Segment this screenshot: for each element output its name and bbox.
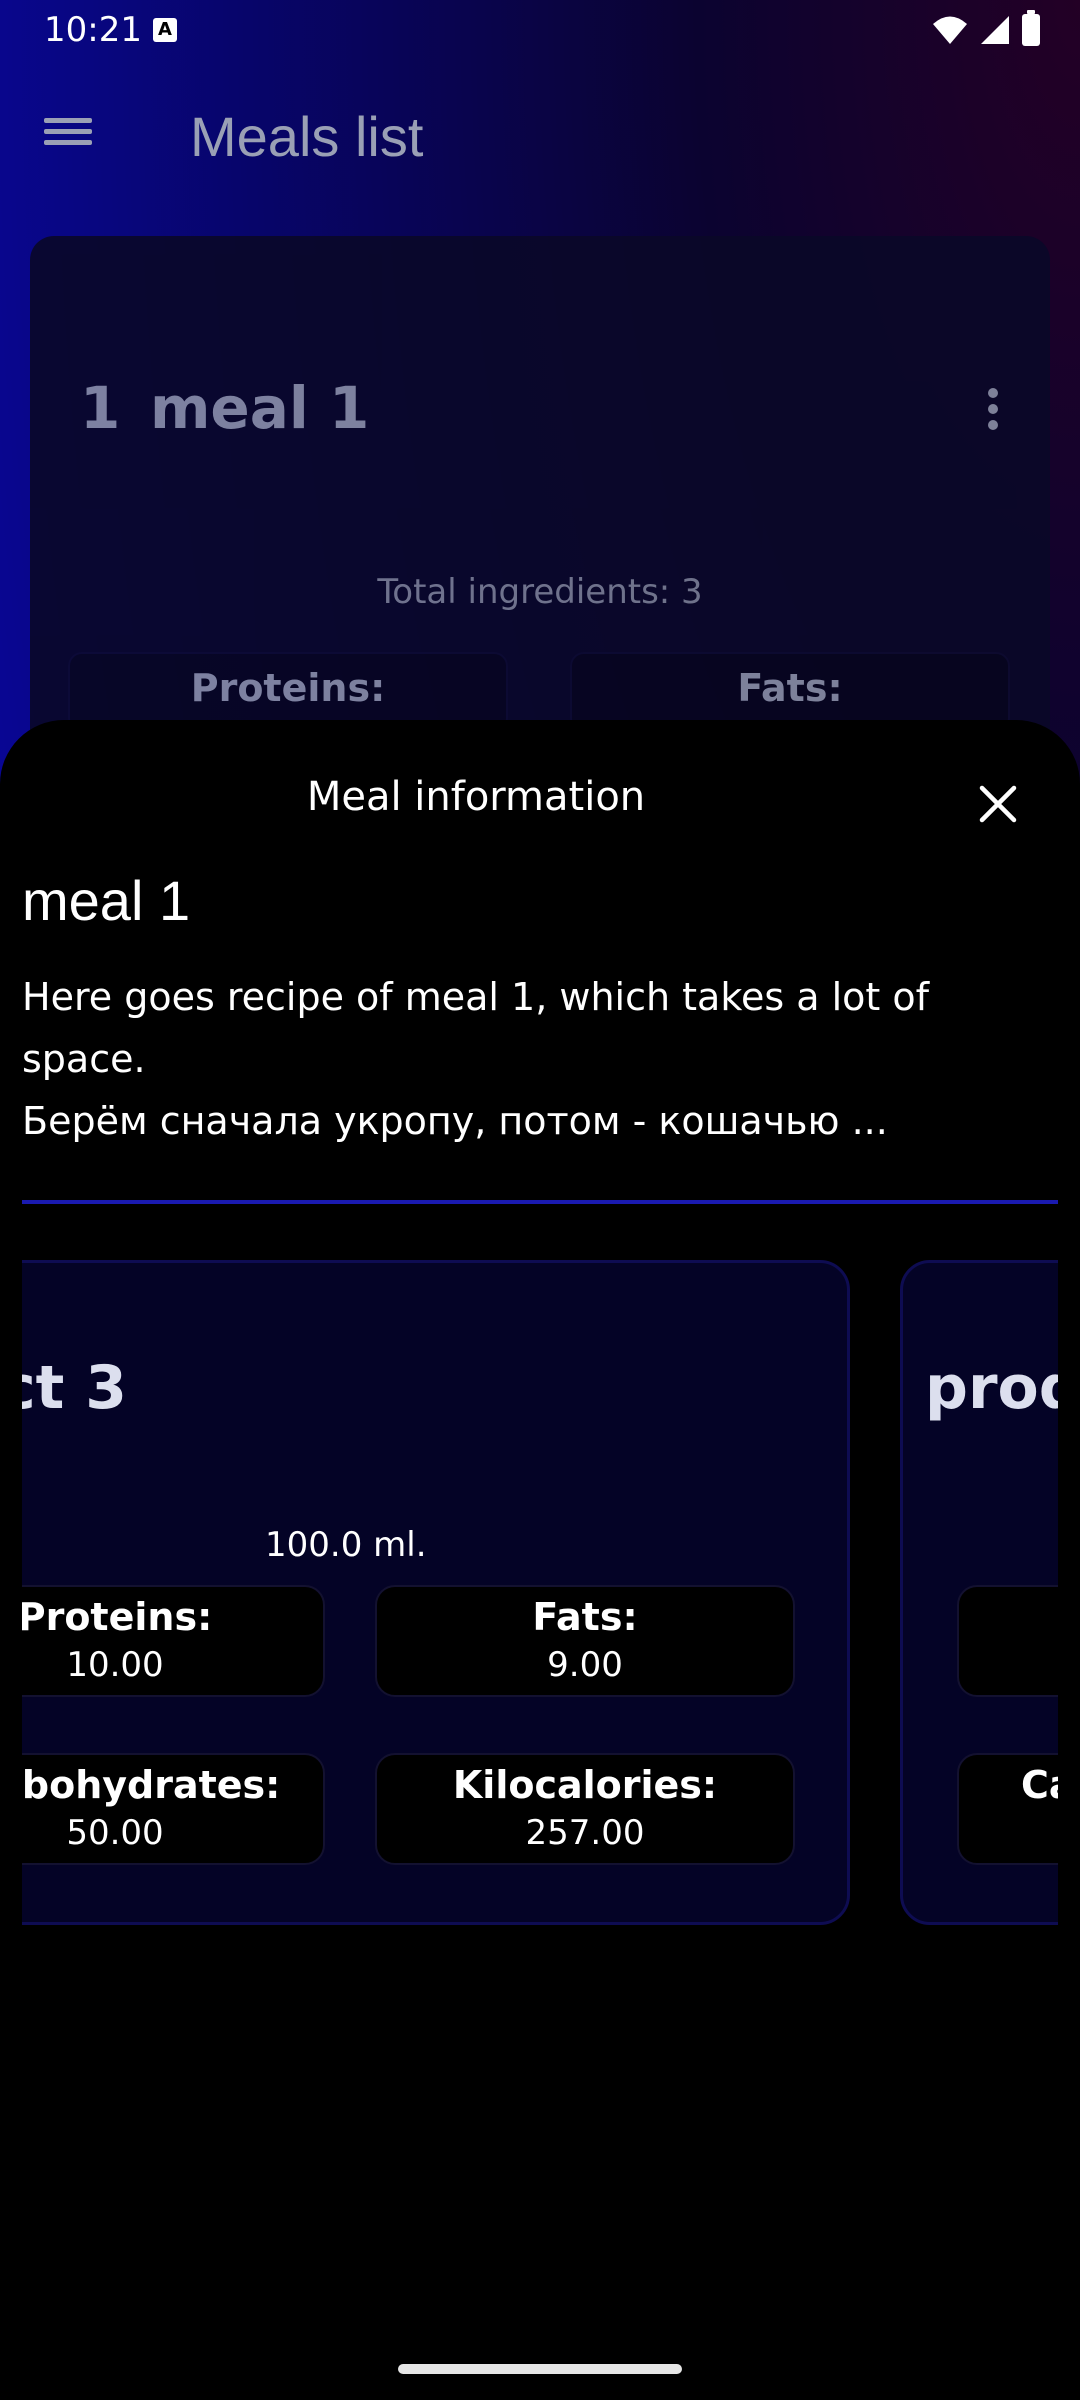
proteins-label: Proteins: <box>190 666 386 710</box>
recipe-line: space. <box>22 1037 146 1081</box>
carbohydrates-label: Carbohydrates: <box>22 1763 281 1807</box>
meal-title: meal 1 <box>22 869 191 932</box>
meal-card[interactable]: 1 meal 1 Total ingredients: 3 Proteins: … <box>30 236 1050 756</box>
total-ingredients: Total ingredients: 3 <box>377 572 703 612</box>
meal-number: 1 <box>80 374 121 442</box>
sheet-title: Meal information <box>306 774 646 820</box>
meal-information-sheet: Meal information meal 1 Here goes recipe… <box>0 720 1080 2400</box>
proteins-label: Proteins: <box>22 1595 213 1639</box>
carbohydrates-label: Ca <box>1021 1763 1058 1807</box>
notification-a-icon: A <box>153 18 177 42</box>
fats-value: 9.00 <box>547 1645 623 1685</box>
product-card[interactable]: produ Ca <box>900 1260 1058 1925</box>
recipe-line: Here goes recipe of meal 1, which takes … <box>22 975 930 1019</box>
fats-label: Fats: <box>737 666 843 710</box>
carbohydrates-box: Ca <box>957 1753 1058 1865</box>
carbohydrates-value: 50.00 <box>66 1813 164 1853</box>
carbohydrates-box: Carbohydrates: 50.00 <box>22 1753 325 1865</box>
proteins-box <box>957 1585 1058 1697</box>
recipe-line: Берём сначала укропу, потом - кошачью ..… <box>22 1099 888 1143</box>
status-time: 10:21 <box>44 10 142 50</box>
kilocalories-value: 257.00 <box>525 1813 645 1853</box>
app-bar: Meals list <box>0 64 1080 208</box>
kilocalories-box: Kilocalories: 257.00 <box>375 1753 795 1865</box>
fats-box: Fats: 9.00 <box>375 1585 795 1697</box>
proteins-value: 10.00 <box>66 1645 164 1685</box>
product-card[interactable]: product 3 100.0 ml. Proteins: 10.00 Fats… <box>22 1260 850 1925</box>
products-carousel[interactable]: product 3 100.0 ml. Proteins: 10.00 Fats… <box>22 1260 1058 1925</box>
close-icon[interactable] <box>976 782 1020 826</box>
recipe-text: Here goes recipe of meal 1, which takes … <box>22 966 1042 1152</box>
product-quantity: 100.0 ml. <box>265 1525 427 1565</box>
kilocalories-label: Kilocalories: <box>452 1763 718 1807</box>
proteins-box: Proteins: 10.00 <box>22 1585 325 1697</box>
status-bar: 10:21 A <box>0 0 1080 64</box>
status-icons <box>932 10 1040 46</box>
signal-icon <box>981 16 1009 44</box>
more-options-icon[interactable] <box>986 382 1000 436</box>
menu-icon[interactable] <box>40 112 96 160</box>
page-title: Meals list <box>190 105 424 168</box>
product-name: product 3 <box>22 1353 127 1423</box>
fats-label: Fats: <box>532 1595 638 1639</box>
home-indicator[interactable] <box>398 2364 682 2374</box>
product-name: produ <box>925 1353 1058 1423</box>
battery-icon <box>1022 10 1040 46</box>
divider <box>22 1200 1058 1204</box>
wifi-icon <box>933 16 967 44</box>
meal-name: meal 1 <box>150 374 370 442</box>
